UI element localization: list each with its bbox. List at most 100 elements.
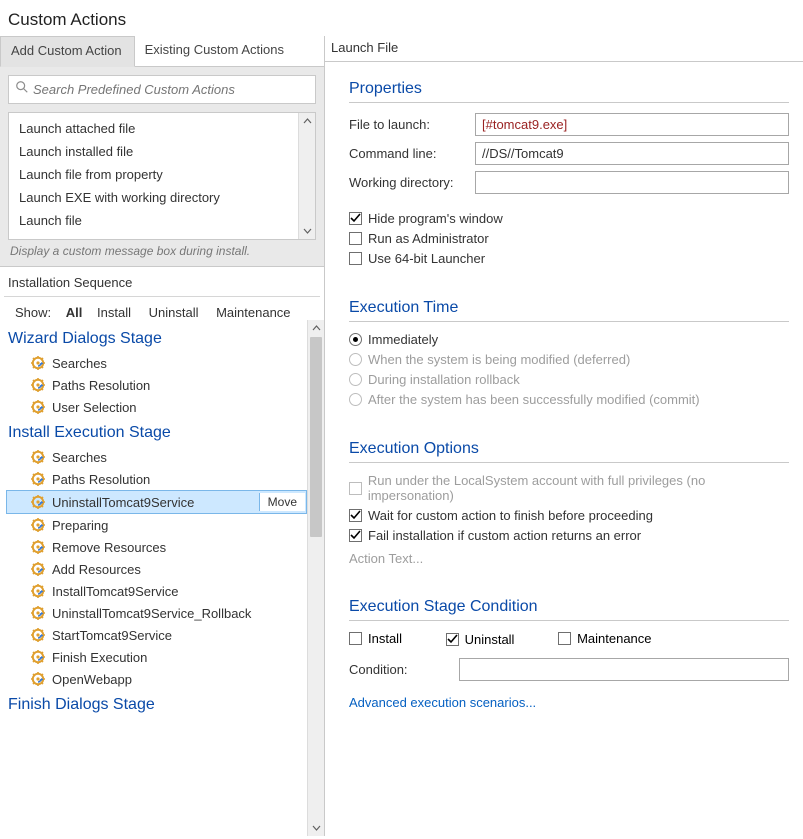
- sequence-item[interactable]: Searches: [6, 446, 307, 468]
- show-uninstall-filter[interactable]: Uninstall: [149, 305, 199, 320]
- show-filter-row: Show: All Install Uninstall Maintenance: [0, 297, 324, 320]
- file-to-launch-field[interactable]: [475, 113, 789, 136]
- move-button[interactable]: Move: [259, 493, 305, 511]
- condition-label: Condition:: [349, 662, 459, 677]
- tree-scrollbar[interactable]: [307, 320, 324, 836]
- sequence-item-label: Searches: [52, 356, 107, 371]
- gear-icon: [30, 649, 46, 665]
- gear-icon: [30, 471, 46, 487]
- sequence-item[interactable]: InstallTomcat9Service: [6, 580, 307, 602]
- sequence-item-label: Remove Resources: [52, 540, 166, 555]
- stage-uninstall-checkbox[interactable]: [446, 633, 459, 646]
- stage-install-execution[interactable]: Install Execution Stage: [6, 418, 307, 446]
- stage-wizard-dialogs[interactable]: Wizard Dialogs Stage: [6, 324, 307, 352]
- sequence-item[interactable]: OpenWebapp: [6, 668, 307, 690]
- sequence-item[interactable]: User Selection: [6, 396, 307, 418]
- list-item[interactable]: Launch attached file: [9, 117, 315, 140]
- gear-icon: [30, 605, 46, 621]
- scroll-thumb[interactable]: [310, 337, 322, 537]
- stage-uninstall-label: Uninstall: [465, 632, 515, 647]
- tab-bar: Add Custom Action Existing Custom Action…: [0, 36, 324, 67]
- use-64bit-launcher-checkbox[interactable]: [349, 252, 362, 265]
- sequence-item[interactable]: Preparing: [6, 514, 307, 536]
- search-box[interactable]: [8, 75, 316, 104]
- gear-icon: [30, 583, 46, 599]
- fail-checkbox[interactable]: [349, 529, 362, 542]
- stage-finish-dialogs[interactable]: Finish Dialogs Stage: [6, 690, 307, 718]
- sequence-item[interactable]: StartTomcat9Service: [6, 624, 307, 646]
- gear-icon: [30, 399, 46, 415]
- condition-field[interactable]: [459, 658, 789, 681]
- right-panel-title: Launch File: [325, 36, 803, 62]
- sequence-item[interactable]: Searches: [6, 352, 307, 374]
- wait-checkbox[interactable]: [349, 509, 362, 522]
- localsystem-label: Run under the LocalSystem account with f…: [368, 473, 789, 503]
- sequence-item[interactable]: Add Resources: [6, 558, 307, 580]
- stage-install-checkbox[interactable]: [349, 632, 362, 645]
- exec-time-commit-radio[interactable]: [349, 393, 362, 406]
- gear-icon: [30, 377, 46, 393]
- gear-icon: [30, 627, 46, 643]
- list-item[interactable]: Launch installed file: [9, 140, 315, 163]
- sequence-item-label: OpenWebapp: [52, 672, 132, 687]
- exec-time-deferred-radio[interactable]: [349, 353, 362, 366]
- tab-existing-custom-actions[interactable]: Existing Custom Actions: [135, 36, 296, 66]
- exec-time-rollback-label: During installation rollback: [368, 372, 520, 387]
- gear-icon: [30, 449, 46, 465]
- list-item[interactable]: Launch EXE with working directory: [9, 186, 315, 209]
- sequence-item[interactable]: UninstallTomcat9Service_Rollback: [6, 602, 307, 624]
- run-as-admin-checkbox[interactable]: [349, 232, 362, 245]
- right-panel: Launch File Properties File to launch: C…: [325, 36, 803, 836]
- stage-maintenance-checkbox[interactable]: [558, 632, 571, 645]
- fail-label: Fail installation if custom action retur…: [368, 528, 641, 543]
- scroll-up-icon[interactable]: [308, 320, 324, 337]
- predefined-actions-list[interactable]: Launch attached file Launch installed fi…: [8, 112, 316, 240]
- section-execution-options: Execution Options: [349, 438, 789, 463]
- sequence-item-label: InstallTomcat9Service: [52, 584, 178, 599]
- wait-label: Wait for custom action to finish before …: [368, 508, 653, 523]
- scroll-down-icon[interactable]: [308, 819, 324, 836]
- sequence-item[interactable]: Paths Resolution: [6, 374, 307, 396]
- section-properties: Properties: [349, 78, 789, 103]
- file-to-launch-label: File to launch:: [349, 117, 475, 132]
- hide-window-checkbox[interactable]: [349, 212, 362, 225]
- installation-sequence-title: Installation Sequence: [4, 267, 320, 297]
- sequence-item-label: Add Resources: [52, 562, 141, 577]
- gear-icon: [30, 494, 46, 510]
- sequence-item-label: UninstallTomcat9Service: [52, 495, 194, 510]
- sequence-item[interactable]: Paths Resolution: [6, 468, 307, 490]
- tab-add-custom-action[interactable]: Add Custom Action: [0, 36, 135, 67]
- show-all-filter[interactable]: All: [66, 305, 83, 320]
- list-scrollbar[interactable]: [298, 113, 315, 239]
- run-as-admin-label: Run as Administrator: [368, 231, 489, 246]
- localsystem-checkbox: [349, 482, 362, 495]
- sequence-item[interactable]: Finish Execution: [6, 646, 307, 668]
- exec-time-rollback-radio[interactable]: [349, 373, 362, 386]
- sequence-item[interactable]: Remove Resources: [6, 536, 307, 558]
- gear-icon: [30, 539, 46, 555]
- show-install-filter[interactable]: Install: [97, 305, 131, 320]
- sequence-item-label: Paths Resolution: [52, 378, 150, 393]
- show-maintenance-filter[interactable]: Maintenance: [216, 305, 290, 320]
- working-directory-field[interactable]: [475, 171, 789, 194]
- scroll-down-icon[interactable]: [299, 222, 315, 239]
- advanced-scenarios-link[interactable]: Advanced execution scenarios...: [349, 695, 536, 710]
- list-item[interactable]: Launch file: [9, 209, 315, 232]
- sequence-item-label: Paths Resolution: [52, 472, 150, 487]
- show-label: Show:: [15, 305, 51, 320]
- command-line-label: Command line:: [349, 146, 475, 161]
- sequence-item[interactable]: UninstallTomcat9Service Move: [6, 490, 307, 514]
- left-panel: Add Custom Action Existing Custom Action…: [0, 36, 325, 836]
- action-text-link[interactable]: Action Text...: [349, 551, 789, 566]
- sequence-item-label: User Selection: [52, 400, 137, 415]
- gear-icon: [30, 517, 46, 533]
- command-line-field[interactable]: [475, 142, 789, 165]
- working-directory-label: Working directory:: [349, 175, 475, 190]
- exec-time-immediately-radio[interactable]: [349, 333, 362, 346]
- stage-install-label: Install: [368, 631, 402, 646]
- list-item[interactable]: Launch file from property: [9, 163, 315, 186]
- scroll-up-icon[interactable]: [299, 113, 315, 130]
- search-input[interactable]: [29, 80, 309, 99]
- sequence-item-label: Preparing: [52, 518, 108, 533]
- section-stage-condition: Execution Stage Condition: [349, 596, 789, 621]
